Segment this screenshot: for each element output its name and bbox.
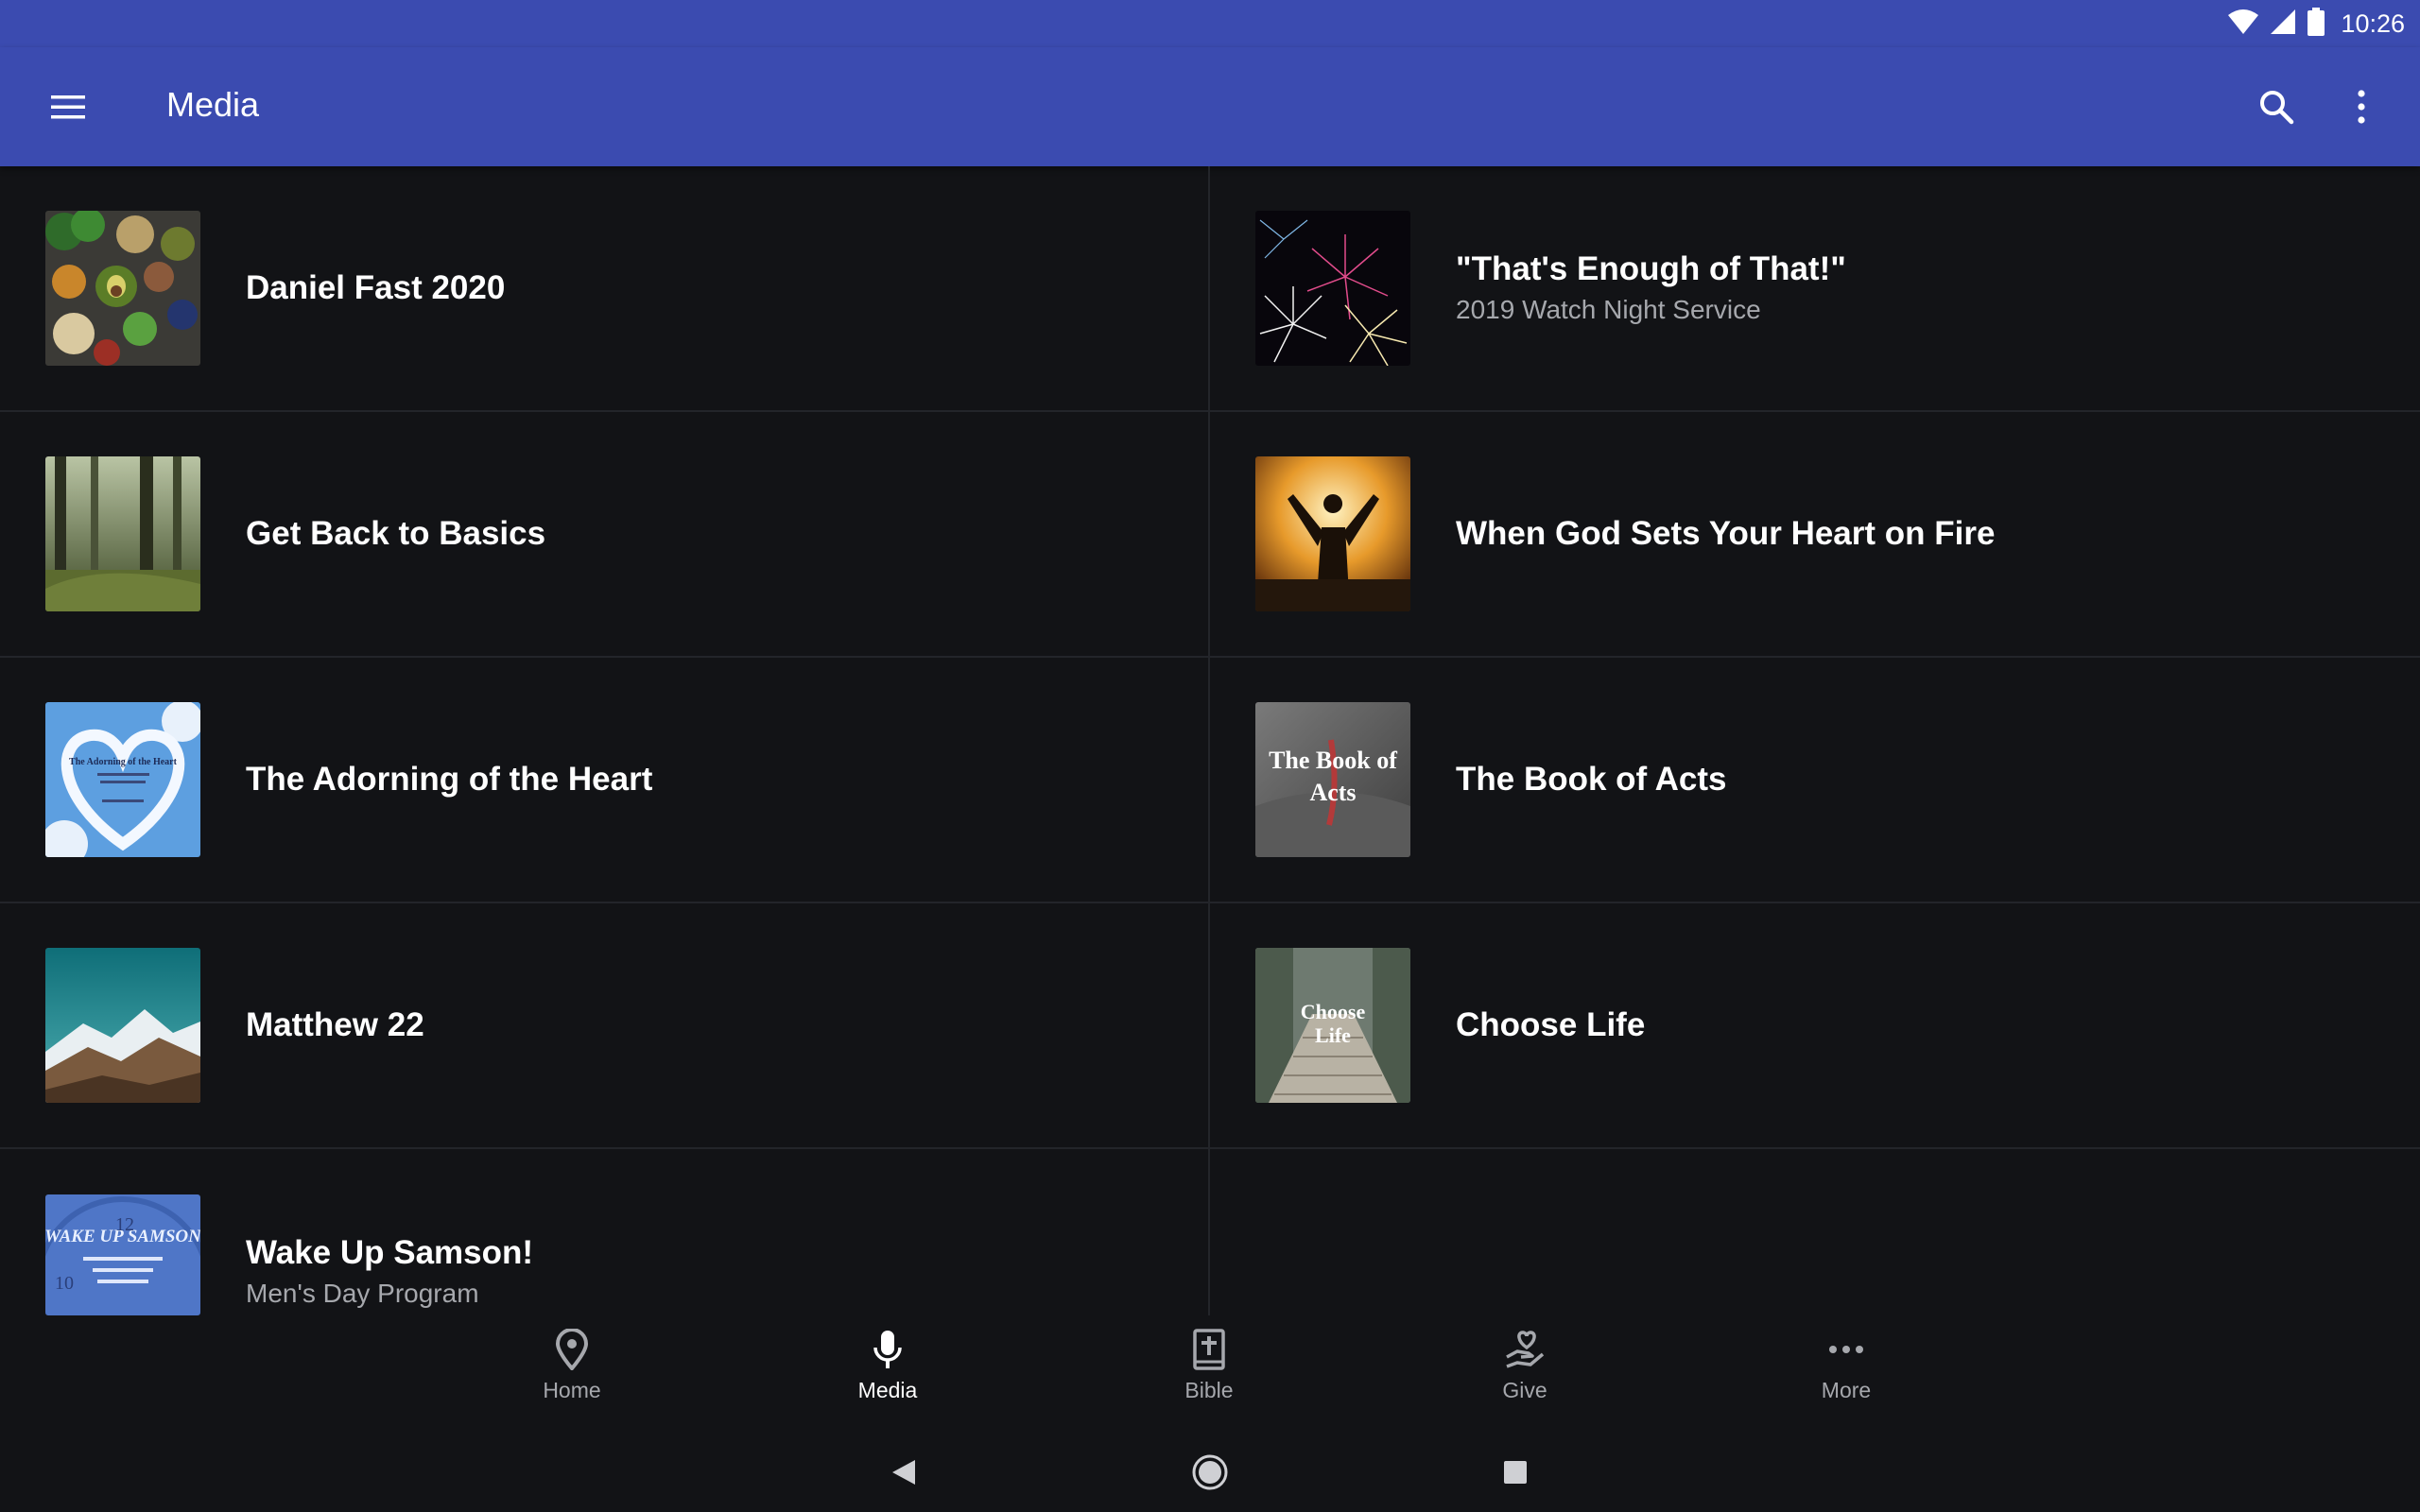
media-title: Matthew 22 bbox=[246, 1006, 424, 1043]
app-bar: Media bbox=[0, 47, 2420, 166]
media-thumbnail bbox=[1255, 211, 1410, 366]
media-item-daniel-fast[interactable]: Daniel Fast 2020 bbox=[0, 166, 1210, 412]
status-icons: 10:26 bbox=[2227, 7, 2405, 41]
nav-bible-label: Bible bbox=[1184, 1378, 1234, 1402]
bible-icon bbox=[1193, 1329, 1225, 1370]
empty-cell bbox=[1210, 1149, 2420, 1315]
media-item-thats-enough[interactable]: "That's Enough of That!" 2019 Watch Nigh… bbox=[1210, 166, 2420, 412]
media-item-choose-life[interactable]: Choose Life Choose Life bbox=[1210, 903, 2420, 1149]
search-icon bbox=[2260, 91, 2294, 125]
nav-home-label: Home bbox=[543, 1378, 601, 1402]
media-title: The Adorning of the Heart bbox=[246, 761, 653, 798]
media-thumbnail bbox=[1255, 456, 1410, 611]
system-recents-button[interactable] bbox=[1489, 1446, 1542, 1499]
system-back-button[interactable] bbox=[877, 1446, 930, 1499]
media-title: Wake Up Samson! bbox=[246, 1234, 534, 1271]
svg-text:Choose: Choose bbox=[1301, 1000, 1366, 1023]
media-item-adorning-heart[interactable]: The Adorning of the Heart The Adorning o… bbox=[0, 658, 1210, 903]
media-item-matthew-22[interactable]: Matthew 22 bbox=[0, 903, 1210, 1149]
media-item-book-of-acts[interactable]: The Book of Acts The Book of Acts bbox=[1210, 658, 2420, 903]
media-subtitle: 2019 Watch Night Service bbox=[1456, 295, 1761, 324]
nav-give-label: Give bbox=[1502, 1378, 1547, 1402]
wifi-icon bbox=[2227, 9, 2259, 40]
media-thumbnail: The Adorning of the Heart bbox=[45, 702, 200, 857]
back-icon bbox=[892, 1460, 915, 1485]
hamburger-menu-icon bbox=[51, 95, 85, 119]
more-vert-icon bbox=[2358, 90, 2365, 124]
media-thumbnail: WAKE UP SAMSON 10 12 bbox=[45, 1194, 200, 1315]
media-item-wake-up-samson[interactable]: WAKE UP SAMSON 10 12 Wake Up Samson! Men… bbox=[0, 1149, 1210, 1315]
home-icon bbox=[1192, 1454, 1228, 1490]
nav-give[interactable]: Give bbox=[1454, 1329, 1596, 1419]
hamburger-menu-button[interactable] bbox=[34, 73, 102, 141]
battery-icon bbox=[2307, 7, 2325, 41]
recents-icon bbox=[1504, 1461, 1527, 1484]
media-thumbnail: Choose Life bbox=[1255, 948, 1410, 1103]
media-title: Choose Life bbox=[1456, 1006, 1646, 1043]
nav-media[interactable]: Media bbox=[817, 1329, 959, 1419]
system-navigation-bar bbox=[0, 1427, 2420, 1512]
media-thumbnail bbox=[45, 211, 200, 366]
cell-signal-icon bbox=[2269, 9, 2297, 40]
bottom-navigation: Home Media Bible Give More bbox=[0, 1315, 2420, 1427]
status-time: 10:26 bbox=[2341, 9, 2405, 38]
media-subtitle: Men's Day Program bbox=[246, 1279, 479, 1308]
media-list: Daniel Fast 2020 "That's Enough of That!… bbox=[0, 166, 2420, 1315]
media-title: "That's Enough of That!" bbox=[1456, 250, 1846, 287]
media-item-heart-on-fire[interactable]: When God Sets Your Heart on Fire bbox=[1210, 412, 2420, 658]
svg-text:The Book of: The Book of bbox=[1269, 747, 1397, 774]
nav-home[interactable]: Home bbox=[501, 1329, 643, 1419]
media-title: Get Back to Basics bbox=[246, 515, 546, 552]
media-item-back-to-basics[interactable]: Get Back to Basics bbox=[0, 412, 1210, 658]
svg-text:10: 10 bbox=[55, 1273, 74, 1294]
thumbnail-text: The Adorning of the Heart bbox=[69, 757, 178, 767]
more-options-button[interactable] bbox=[2327, 73, 2395, 141]
search-button[interactable] bbox=[2242, 73, 2310, 141]
nav-bible[interactable]: Bible bbox=[1138, 1329, 1280, 1419]
microphone-icon bbox=[873, 1331, 902, 1368]
media-title: When God Sets Your Heart on Fire bbox=[1456, 515, 1996, 552]
nav-media-label: Media bbox=[857, 1378, 918, 1402]
media-title: Daniel Fast 2020 bbox=[246, 269, 506, 306]
svg-text:12: 12 bbox=[115, 1214, 134, 1235]
media-thumbnail: The Book of Acts bbox=[1255, 702, 1410, 857]
system-home-button[interactable] bbox=[1184, 1446, 1236, 1499]
more-horiz-icon bbox=[1829, 1346, 1863, 1353]
media-title: The Book of Acts bbox=[1456, 761, 1727, 798]
media-thumbnail bbox=[45, 948, 200, 1103]
nav-more[interactable]: More bbox=[1775, 1329, 1917, 1419]
media-thumbnail bbox=[45, 456, 200, 611]
nav-more-label: More bbox=[1821, 1378, 1872, 1402]
svg-text:Acts: Acts bbox=[1309, 779, 1356, 806]
give-heart-hand-icon bbox=[1506, 1331, 1545, 1368]
location-pin-icon bbox=[555, 1329, 589, 1370]
svg-text:Life: Life bbox=[1315, 1023, 1351, 1047]
page-title: Media bbox=[166, 85, 260, 124]
status-bar: 10:26 bbox=[0, 0, 2420, 47]
